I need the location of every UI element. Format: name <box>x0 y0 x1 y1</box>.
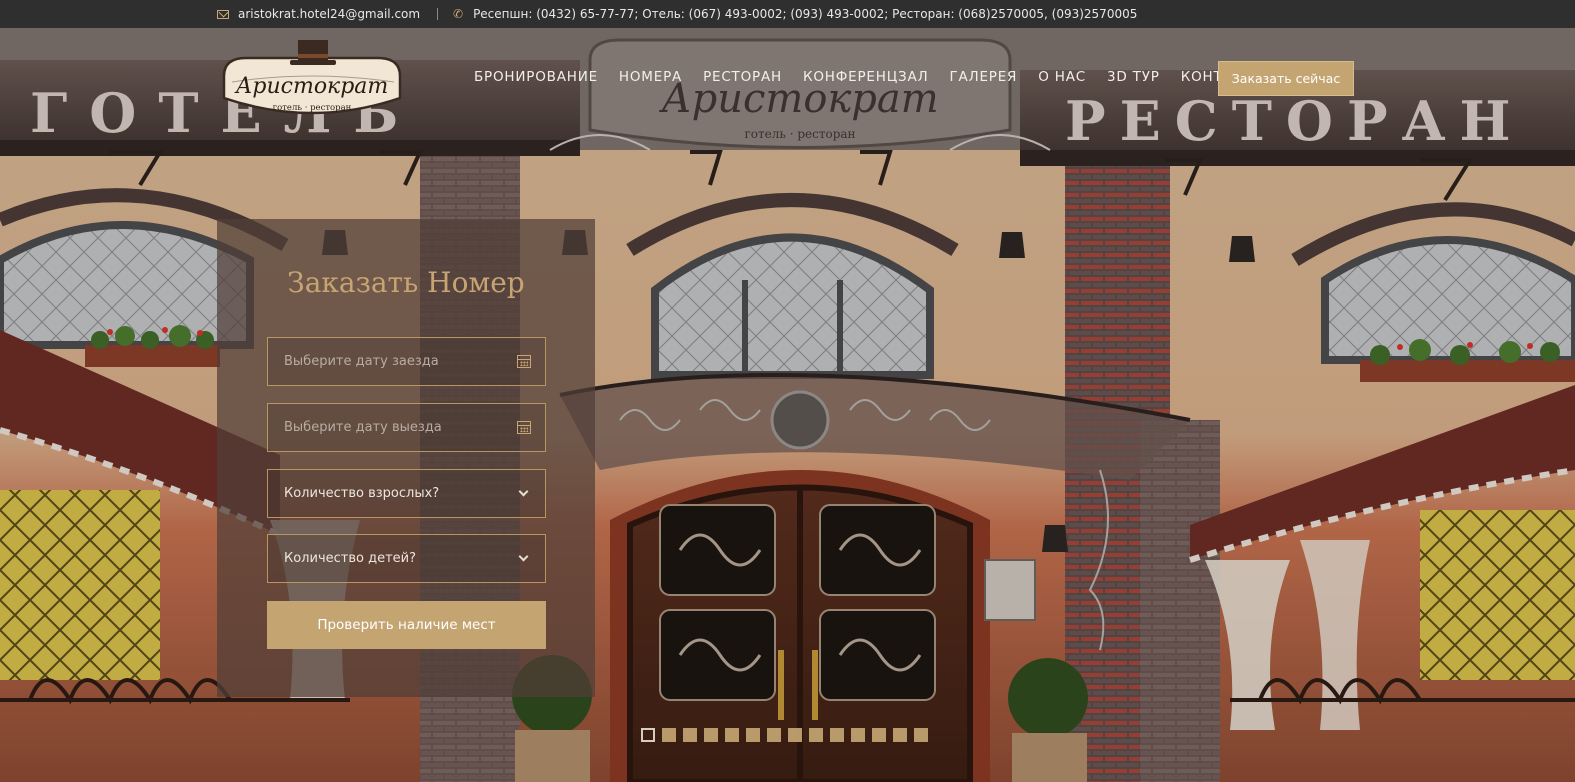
logo-emblem: Аристократ готель · ресторан <box>222 40 402 115</box>
nav-item-rooms[interactable]: НОМЕРА <box>619 69 682 85</box>
email-contact[interactable]: aristokrat.hotel24@gmail.com <box>217 7 420 21</box>
slider-dot[interactable] <box>662 728 676 742</box>
checkin-date-field[interactable]: Выберите дату заезда <box>267 337 546 386</box>
main-nav: БРОНИРОВАНИЕ НОМЕРА РЕСТОРАН КОНФЕРЕНЦЗА… <box>474 69 1286 85</box>
checkout-placeholder: Выберите дату выезда <box>284 420 442 435</box>
nav-item-gallery[interactable]: ГАЛЕРЕЯ <box>949 69 1017 85</box>
slider-dot[interactable] <box>830 728 844 742</box>
nav-item-booking[interactable]: БРОНИРОВАНИЕ <box>474 69 598 85</box>
nav-item-about[interactable]: О НАС <box>1038 69 1086 85</box>
envelope-icon <box>217 9 229 19</box>
adults-select[interactable]: Количество взрослых? <box>267 469 546 518</box>
phone-text: Ресепшн: (0432) 65-77-77; Отель: (067) 4… <box>473 7 1138 21</box>
order-now-button[interactable]: Заказать сейчас <box>1218 61 1354 96</box>
booking-panel: Заказать Номер Выберите дату заезда Выбе… <box>217 219 595 697</box>
divider <box>437 8 438 20</box>
slider-dot[interactable] <box>809 728 823 742</box>
calendar-icon[interactable] <box>517 355 531 368</box>
slider-dot[interactable] <box>914 728 928 742</box>
slider-pagination <box>641 728 928 742</box>
logo-tagline: готель · ресторан <box>273 103 352 113</box>
logo-name: Аристократ <box>234 74 389 99</box>
phone-icon: ✆ <box>453 7 464 21</box>
top-contact-bar: aristokrat.hotel24@gmail.com ✆ Ресепшн: … <box>0 0 1575 28</box>
slider-dot[interactable] <box>746 728 760 742</box>
nav-item-restaurant[interactable]: РЕСТОРАН <box>703 69 782 85</box>
children-select-label: Количество детей? <box>284 551 416 566</box>
slider-dot[interactable] <box>683 728 697 742</box>
chevron-down-icon <box>518 551 529 562</box>
slider-dot[interactable] <box>704 728 718 742</box>
nav-item-conference[interactable]: КОНФЕРЕНЦЗАЛ <box>803 69 928 85</box>
slider-dot[interactable] <box>767 728 781 742</box>
slider-dot[interactable] <box>893 728 907 742</box>
checkin-placeholder: Выберите дату заезда <box>284 354 439 369</box>
calendar-icon[interactable] <box>517 421 531 434</box>
adults-select-label: Количество взрослых? <box>284 486 440 501</box>
email-text[interactable]: aristokrat.hotel24@gmail.com <box>238 7 420 21</box>
slider-dot[interactable] <box>788 728 802 742</box>
phone-contact: ✆ Ресепшн: (0432) 65-77-77; Отель: (067)… <box>453 7 1137 21</box>
nav-item-3d-tour[interactable]: 3D ТУР <box>1107 69 1160 85</box>
children-select[interactable]: Количество детей? <box>267 534 546 583</box>
checkout-date-field[interactable]: Выберите дату выезда <box>267 403 546 452</box>
slider-dot[interactable] <box>725 728 739 742</box>
site-logo[interactable]: Аристократ готель · ресторан <box>218 36 406 124</box>
slider-dot[interactable] <box>851 728 865 742</box>
chevron-down-icon <box>518 486 529 497</box>
slider-dot[interactable] <box>641 728 655 742</box>
booking-title: Заказать Номер <box>287 266 525 299</box>
check-availability-button[interactable]: Проверить наличие мест <box>267 601 546 649</box>
slider-dot[interactable] <box>872 728 886 742</box>
